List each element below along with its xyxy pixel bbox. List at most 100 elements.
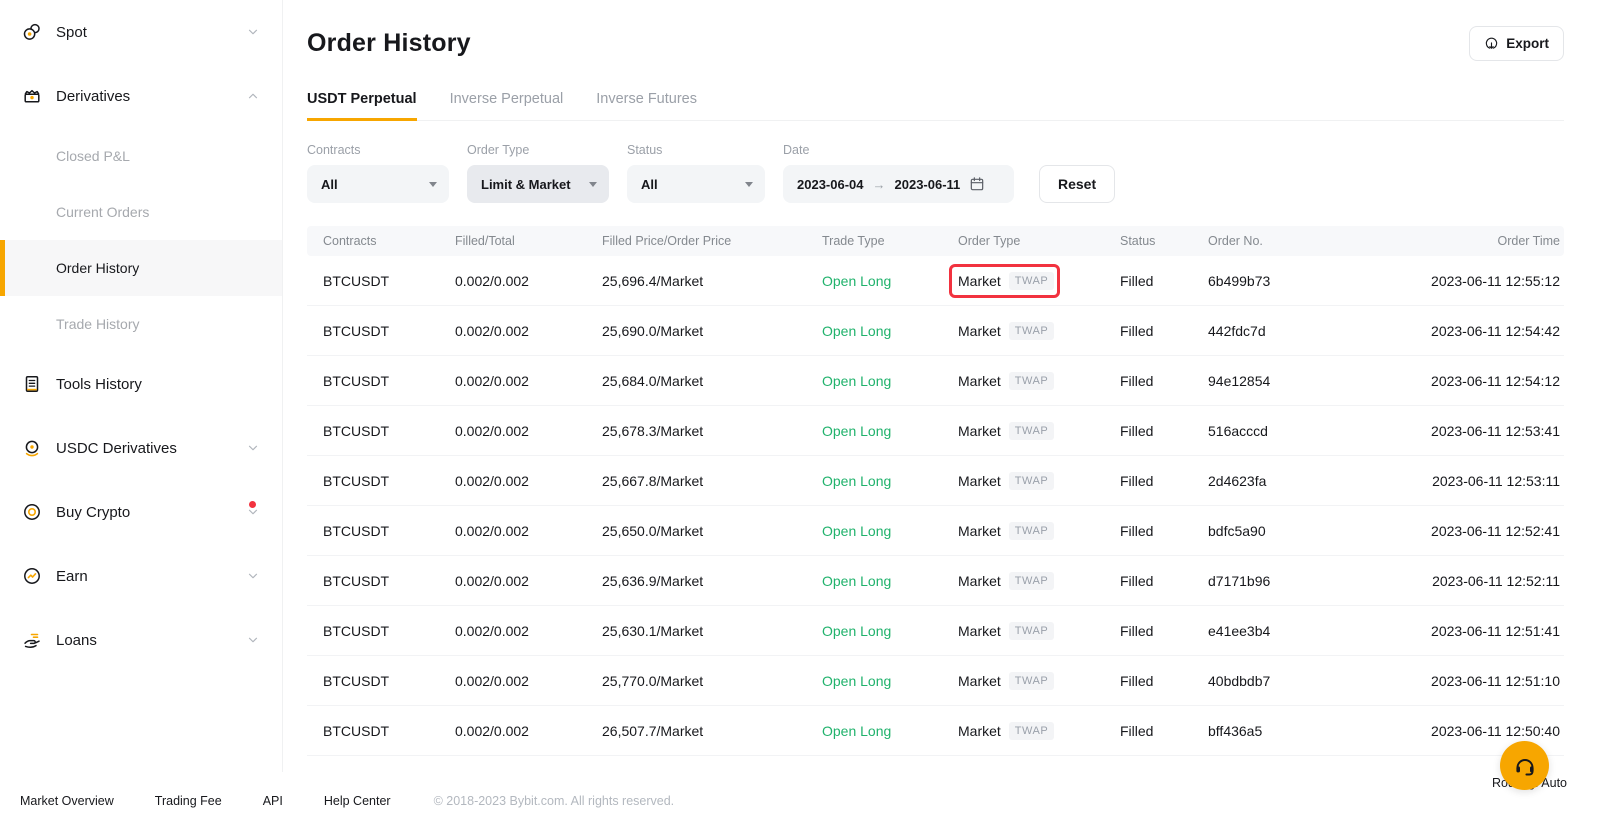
status-select[interactable]: All xyxy=(627,165,765,203)
table-header: Contracts Filled/Total Filled Price/Orde… xyxy=(307,226,1564,256)
order-type-cell: Market TWAP xyxy=(958,672,1120,690)
filled-price-cell: 25,667.8/Market xyxy=(602,473,822,489)
sidebar-item-trade-history[interactable]: Trade History xyxy=(0,296,282,352)
table-row: BTCUSDT 0.002/0.002 25,684.0/Market Open… xyxy=(307,356,1564,406)
filled-price-cell: 25,650.0/Market xyxy=(602,523,822,539)
footer-link-api[interactable]: API xyxy=(263,794,283,808)
table-body: BTCUSDT 0.002/0.002 25,696.4/Market Open… xyxy=(307,256,1564,756)
chevron-down-icon xyxy=(246,25,260,39)
order-type-select-value: Limit & Market xyxy=(481,177,571,192)
twap-badge: TWAP xyxy=(1009,372,1054,390)
order-type-cell: Market TWAP xyxy=(958,722,1120,740)
customer-support-button[interactable] xyxy=(1500,741,1549,790)
order-no-cell: 40bdbdb7 xyxy=(1208,673,1383,689)
col-header-contracts: Contracts xyxy=(307,234,455,248)
sidebar-item-usdc-derivatives[interactable]: USDC Derivatives xyxy=(0,416,282,480)
filter-bar: Contracts All Order Type Limit & Market … xyxy=(307,143,1564,203)
order-type-cell: Market TWAP xyxy=(958,272,1120,290)
headset-icon xyxy=(1513,754,1537,778)
calendar-icon xyxy=(969,176,985,192)
tools-history-icon xyxy=(22,374,42,394)
table-row: BTCUSDT 0.002/0.002 25,636.9/Market Open… xyxy=(307,556,1564,606)
order-type-value: Market xyxy=(958,523,1001,539)
sidebar-item-earn[interactable]: Earn xyxy=(0,544,282,608)
tab-usdt-perpetual[interactable]: USDT Perpetual xyxy=(307,91,417,120)
caret-down-icon xyxy=(745,182,753,187)
sidebar-item-buy-crypto[interactable]: Buy Crypto xyxy=(0,480,282,544)
footer: Market Overview Trading Fee API Help Cen… xyxy=(0,772,1600,830)
sidebar-item-label: Buy Crypto xyxy=(56,504,246,521)
usdc-derivatives-icon xyxy=(22,438,42,458)
footer-link-market-overview[interactable]: Market Overview xyxy=(20,794,114,808)
status-cell: Filled xyxy=(1120,373,1208,389)
trade-type-cell: Open Long xyxy=(822,373,958,389)
sidebar-item-closed-pnl[interactable]: Closed P&L xyxy=(0,128,282,184)
status-cell: Filled xyxy=(1120,573,1208,589)
sidebar-item-tools-history[interactable]: Tools History xyxy=(0,352,282,416)
loans-icon xyxy=(22,630,42,650)
twap-badge: TWAP xyxy=(1009,472,1054,490)
notification-dot xyxy=(249,501,256,508)
trade-type-cell: Open Long xyxy=(822,623,958,639)
order-no-cell: e41ee3b4 xyxy=(1208,623,1383,639)
reset-button[interactable]: Reset xyxy=(1039,165,1115,203)
sidebar-item-spot[interactable]: Spot xyxy=(0,0,282,64)
sidebar-item-label: Derivatives xyxy=(56,88,246,105)
order-no-cell: 516acccd xyxy=(1208,423,1383,439)
order-type-value: Market xyxy=(958,673,1001,689)
trade-type-cell: Open Long xyxy=(822,423,958,439)
sidebar-item-order-history[interactable]: Order History xyxy=(0,240,282,296)
order-type-select[interactable]: Limit & Market xyxy=(467,165,609,203)
twap-badge: TWAP xyxy=(1009,422,1054,440)
filled-total-cell: 0.002/0.002 xyxy=(455,723,602,739)
filled-price-cell: 25,770.0/Market xyxy=(602,673,822,689)
sidebar-item-derivatives[interactable]: Derivatives xyxy=(0,64,282,128)
footer-link-help-center[interactable]: Help Center xyxy=(324,794,391,808)
caret-down-icon xyxy=(589,182,597,187)
col-header-filled-total: Filled/Total xyxy=(455,234,602,248)
twap-badge: TWAP xyxy=(1009,272,1054,290)
order-type-value: Market xyxy=(958,323,1001,339)
contracts-filter-label: Contracts xyxy=(307,143,449,157)
col-header-status: Status xyxy=(1120,234,1208,248)
sidebar-item-loans[interactable]: Loans xyxy=(0,608,282,672)
export-button[interactable]: Export xyxy=(1469,26,1564,61)
tab-inverse-perpetual[interactable]: Inverse Perpetual xyxy=(450,91,564,120)
filled-total-cell: 0.002/0.002 xyxy=(455,323,602,339)
chevron-down-icon xyxy=(246,441,260,455)
main-content: Order History Export USDT Perpetual Inve… xyxy=(283,0,1600,830)
order-type-cell: Market TWAP xyxy=(958,422,1120,440)
trade-type-cell: Open Long xyxy=(822,273,958,289)
order-type-cell: Market TWAP xyxy=(958,622,1120,640)
tab-inverse-futures[interactable]: Inverse Futures xyxy=(596,91,697,120)
contracts-cell: BTCUSDT xyxy=(307,673,455,689)
contracts-cell: BTCUSDT xyxy=(307,423,455,439)
filled-total-cell: 0.002/0.002 xyxy=(455,373,602,389)
contracts-cell: BTCUSDT xyxy=(307,623,455,639)
contracts-select[interactable]: All xyxy=(307,165,449,203)
footer-link-trading-fee[interactable]: Trading Fee xyxy=(155,794,222,808)
date-range-picker[interactable]: 2023-06-04 → 2023-06-11 xyxy=(783,165,1014,203)
twap-badge: TWAP xyxy=(1009,522,1054,540)
trade-type-cell: Open Long xyxy=(822,323,958,339)
filled-price-cell: 25,696.4/Market xyxy=(602,273,822,289)
status-cell: Filled xyxy=(1120,323,1208,339)
chevron-down-icon xyxy=(246,569,260,583)
earn-icon xyxy=(22,566,42,586)
filled-price-cell: 25,684.0/Market xyxy=(602,373,822,389)
sidebar-item-label: Earn xyxy=(56,568,246,585)
table-row: BTCUSDT 0.002/0.002 25,630.1/Market Open… xyxy=(307,606,1564,656)
sidebar-item-current-orders[interactable]: Current Orders xyxy=(0,184,282,240)
copyright-text: © 2018-2023 Bybit.com. All rights reserv… xyxy=(434,794,675,808)
order-time-cell: 2023-06-11 12:53:11 xyxy=(1383,473,1564,489)
trade-type-cell: Open Long xyxy=(822,573,958,589)
order-type-value: Market xyxy=(958,723,1001,739)
filled-price-cell: 26,507.7/Market xyxy=(602,723,822,739)
filled-price-cell: 25,636.9/Market xyxy=(602,573,822,589)
derivatives-icon xyxy=(22,86,42,106)
order-time-cell: 2023-06-11 12:54:42 xyxy=(1383,323,1564,339)
col-header-trade-type: Trade Type xyxy=(822,234,958,248)
col-header-filled-price: Filled Price/Order Price xyxy=(602,234,822,248)
trade-type-cell: Open Long xyxy=(822,723,958,739)
contracts-cell: BTCUSDT xyxy=(307,373,455,389)
